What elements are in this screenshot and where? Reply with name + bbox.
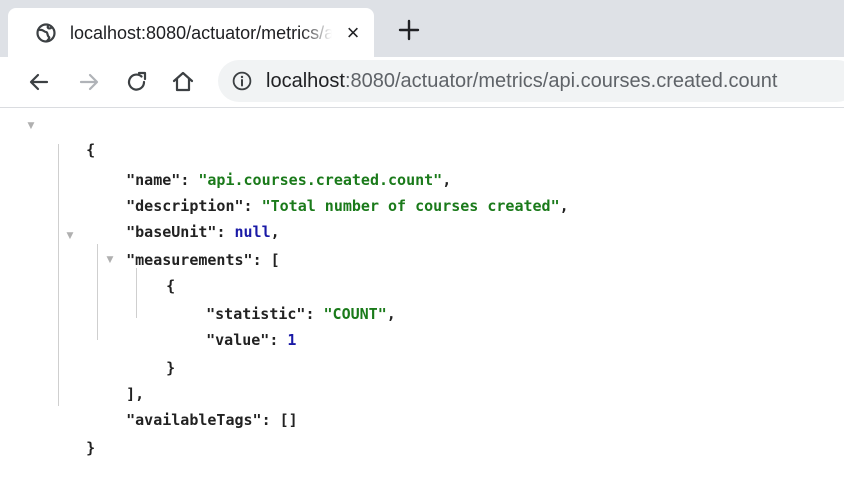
tab-title: localhost:8080/actuator/metrics/api.cour… xyxy=(70,23,332,43)
json-line: "description": "Total number of courses … xyxy=(90,170,569,215)
home-icon[interactable] xyxy=(170,69,196,95)
json-line: "measurements": [ xyxy=(90,224,280,269)
reload-icon[interactable] xyxy=(124,69,150,95)
json-line: } xyxy=(50,412,95,457)
json-line: "statistic": "COUNT", xyxy=(170,278,396,323)
json-line: { xyxy=(50,114,95,159)
json-colon: : xyxy=(252,251,271,269)
json-number-value: 1 xyxy=(287,331,297,349)
json-bracket: [ xyxy=(270,251,280,269)
json-line: "name": "api.courses.created.count", xyxy=(90,144,451,189)
json-comma: , xyxy=(559,197,569,215)
json-comma: , xyxy=(386,305,396,323)
json-line: "availableTags": [] xyxy=(90,384,298,429)
url-path: :8080/actuator/metrics/api.courses.creat… xyxy=(344,70,778,92)
json-empty-array: [] xyxy=(279,411,298,429)
site-info-icon[interactable] xyxy=(232,71,252,91)
json-line: "baseUnit": null, xyxy=(90,196,280,241)
url-host: localhost xyxy=(266,70,345,92)
globe-icon xyxy=(36,23,56,43)
json-colon: : xyxy=(269,331,288,349)
json-line: "value": 1 xyxy=(170,304,296,349)
json-line: ], xyxy=(90,358,144,403)
close-icon[interactable]: × xyxy=(342,22,364,44)
new-tab-plus-icon[interactable] xyxy=(396,17,422,43)
json-brace: } xyxy=(166,359,176,377)
json-line: { xyxy=(130,250,175,295)
back-arrow-icon[interactable] xyxy=(26,69,52,95)
json-string-value: "COUNT" xyxy=(323,305,387,323)
browser-toolbar: localhost:8080/actuator/metrics/api.cour… xyxy=(0,57,844,108)
collapse-toggle-icon[interactable]: ▼ xyxy=(65,231,75,241)
json-string-value: "Total number of courses created" xyxy=(261,197,560,215)
forward-arrow-icon[interactable] xyxy=(76,69,102,95)
json-key: "value" xyxy=(206,331,270,349)
url-text[interactable]: localhost:8080/actuator/metrics/api.cour… xyxy=(266,69,777,93)
json-viewer: ▼ ▼ ▼ { "name": "api.courses.created.cou… xyxy=(0,108,844,464)
json-colon: : xyxy=(305,305,324,323)
json-line: } xyxy=(130,332,175,377)
browser-tab[interactable]: localhost:8080/actuator/metrics/api.cour… xyxy=(8,8,374,57)
json-brace: } xyxy=(86,439,96,457)
json-key: "availableTags" xyxy=(126,411,262,429)
json-colon: : xyxy=(261,411,280,429)
tab-strip: localhost:8080/actuator/metrics/api.cour… xyxy=(0,0,844,57)
address-bar[interactable]: localhost:8080/actuator/metrics/api.cour… xyxy=(218,60,844,102)
collapse-toggle-icon[interactable]: ▼ xyxy=(26,121,36,131)
